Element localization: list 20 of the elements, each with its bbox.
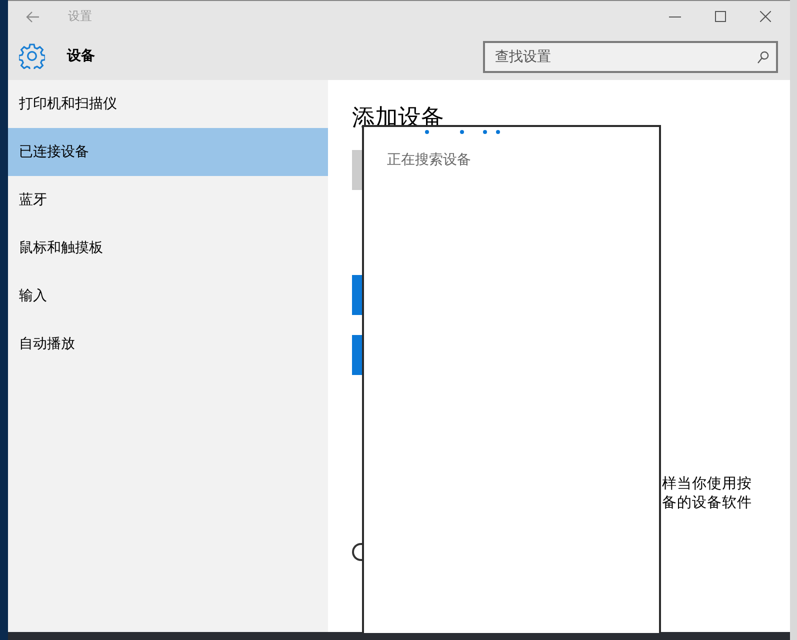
close-icon[interactable] (760, 11, 771, 22)
page-title: 设备 (67, 47, 95, 65)
tile-fragment[interactable] (352, 335, 362, 375)
search-field[interactable]: 查找设置 (483, 41, 778, 73)
sidebar-item[interactable]: 打印机和扫描仪 (8, 80, 328, 128)
sidebar-item[interactable]: 鼠标和触摸板 (8, 224, 328, 272)
status-text: 正在搜索设备 (387, 151, 471, 169)
minimize-icon[interactable] (669, 16, 681, 18)
description-text: 样当你使用按 (662, 475, 752, 494)
back-icon[interactable] (26, 10, 40, 22)
search-icon[interactable] (757, 51, 769, 64)
description-text: 备的设备软件 (662, 494, 752, 513)
sidebar-item[interactable]: 输入 (8, 272, 328, 320)
gear-icon (19, 43, 45, 69)
tile-fragment[interactable] (352, 275, 362, 315)
maximize-icon[interactable] (715, 11, 726, 22)
sidebar-item[interactable]: 蓝牙 (8, 176, 328, 224)
sidebar-item[interactable]: 已连接设备 (8, 128, 328, 176)
sidebar-item[interactable]: 自动播放 (8, 320, 328, 368)
window-title: 设置 (68, 8, 92, 25)
